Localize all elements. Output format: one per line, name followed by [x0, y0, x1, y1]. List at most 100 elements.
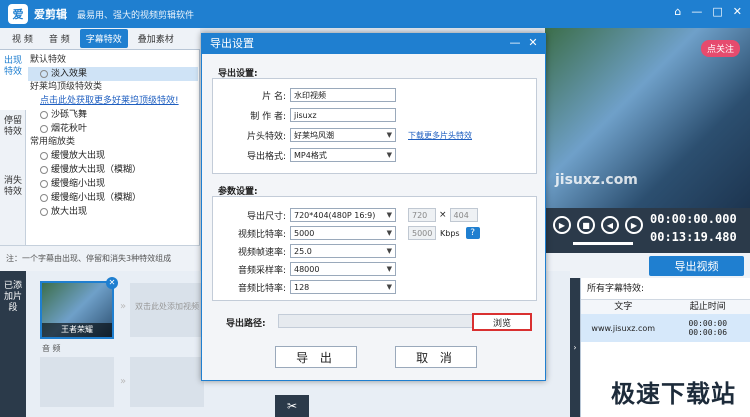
effect-item[interactable]: 烟花秋叶 — [28, 122, 198, 136]
height-input: 404 — [449, 208, 478, 222]
cancel-button[interactable]: 取 消 — [395, 346, 477, 368]
current-time: 00:00:00.000 — [650, 212, 737, 226]
audio-slot[interactable] — [130, 357, 204, 407]
size-select[interactable]: 720*404(480P 16:9) ▼ — [290, 208, 396, 222]
subtitle-start: 00:00:00 — [688, 319, 728, 328]
times-sign: × — [439, 210, 447, 220]
download-more-link[interactable]: 下载更多片头特效 — [408, 130, 472, 141]
effects-panel: 出现特效 停留特效 消失特效 默认特效 淡入效果 好莱坞顶级特效类 点击此处获取… — [0, 50, 200, 245]
format-select[interactable]: MP4格式 ▼ — [290, 148, 396, 162]
export-button[interactable]: 导 出 — [275, 346, 357, 368]
dialog-close-icon[interactable]: ✕ — [525, 36, 541, 50]
effect-item[interactable]: 沙砾飞舞 — [28, 108, 198, 122]
name-label: 片 名: — [262, 91, 286, 102]
size-label: 导出尺寸: — [246, 211, 286, 222]
abr-label: 音频比特率: — [237, 283, 286, 294]
volume-slider[interactable] — [573, 242, 633, 245]
tab-overlay[interactable]: 叠加素材 — [132, 29, 180, 48]
stop-icon[interactable]: ■ — [577, 216, 595, 234]
radio-icon — [40, 194, 48, 202]
radio-icon — [40, 111, 48, 119]
radio-icon — [40, 125, 48, 133]
chevron-down-icon: ▼ — [386, 247, 392, 255]
radio-icon — [40, 180, 48, 188]
effect-item[interactable]: 缓慢缩小出现（模糊） — [28, 191, 198, 205]
promo-link[interactable]: 点击此处获取更多好莱坞顶级特效! — [28, 94, 198, 108]
app-name: 爱剪辑 — [34, 8, 67, 21]
vbr-label: 视频比特率: — [237, 229, 286, 240]
collapse-arrow-icon[interactable]: › — [570, 278, 580, 417]
export-settings-dialog: 导出设置 — ✕ 导出设置: 片 名: 水印视频 制 作 者: jisuxz 片… — [201, 33, 546, 381]
chevron-down-icon: ▼ — [386, 229, 392, 237]
vtab-stay[interactable]: 停留特效 — [0, 110, 26, 170]
dialog-title: 导出设置 — [202, 34, 545, 54]
width-input: 720 — [408, 208, 436, 222]
samplerate-select[interactable]: 48000 ▼ — [290, 262, 396, 276]
video-clip[interactable]: 王者荣耀 ✕ — [40, 277, 118, 339]
effect-item[interactable]: 放大出现 — [28, 205, 198, 219]
tab-audio[interactable]: 音 频 — [43, 29, 76, 48]
effect-type-tabs: 出现特效 停留特效 消失特效 — [0, 50, 26, 245]
effect-item[interactable]: 淡入效果 — [28, 67, 198, 81]
close-icon[interactable]: ✕ — [733, 5, 742, 18]
remove-clip-icon[interactable]: ✕ — [106, 277, 118, 289]
title-bar: 爱 爱剪辑 最易用、强大的视频剪辑软件 ⌂ — □ ✕ — [0, 0, 750, 28]
samplerate-label: 音频采样率: — [237, 265, 286, 276]
author-input[interactable]: jisuxz — [290, 108, 396, 122]
help-icon[interactable]: ? — [465, 227, 480, 239]
author-label: 制 作 者: — [250, 111, 286, 122]
play-icon[interactable]: ▶ — [553, 216, 571, 234]
radio-icon — [40, 70, 48, 78]
brand-watermark: 极速下载站 — [611, 380, 736, 408]
browse-button[interactable]: 浏览 — [472, 313, 532, 331]
home-icon[interactable]: ⌂ — [674, 5, 681, 18]
tab-video[interactable]: 视 频 — [6, 29, 39, 48]
col-text: 文字 — [614, 302, 633, 312]
scissors-icon[interactable]: ✂ — [275, 395, 309, 417]
effect-item[interactable]: 缓慢放大出现（模糊） — [28, 163, 198, 177]
chevron-down-icon: ▼ — [386, 151, 392, 159]
name-input[interactable]: 水印视频 — [290, 88, 396, 102]
added-clips-label: 已添加片段 — [0, 271, 26, 417]
effect-group[interactable]: 常用缩放类 — [28, 136, 198, 149]
prev-frame-icon[interactable]: ◀ — [601, 216, 619, 234]
col-time: 起止时间 — [689, 302, 726, 312]
audio-slot[interactable] — [40, 357, 114, 407]
player-controls: ▶ ■ ◀ ▶ 00:00:00.000 00:13:19.480 — [545, 208, 750, 253]
vbr-custom-input: 5000 — [408, 226, 436, 240]
export-video-button[interactable]: 导出视频 — [649, 256, 744, 276]
video-preview[interactable]: 点关注 jisuxz.com — [545, 28, 750, 208]
tab-subtitle-effects[interactable]: 字幕特效 — [79, 29, 128, 48]
chevron-down-icon: ▼ — [386, 211, 392, 219]
opening-effect-select[interactable]: 好莱坞风潮 ▼ — [290, 128, 396, 142]
next-frame-icon[interactable]: ▶ — [625, 216, 643, 234]
clip-label: 王者荣耀 — [42, 323, 112, 337]
add-video-slot[interactable]: 双击此处添加视频 — [130, 283, 204, 337]
vtab-disappear[interactable]: 消失特效 — [0, 170, 26, 230]
maximize-icon[interactable]: □ — [712, 5, 722, 18]
radio-icon — [40, 166, 48, 174]
follow-button: 点关注 — [700, 40, 740, 57]
subtitle-list-header: 文字 起止时间 — [581, 300, 750, 314]
vbr-select[interactable]: 5000 ▼ — [290, 226, 396, 240]
arrow-icon: » — [120, 376, 127, 387]
minimize-icon[interactable]: — — [691, 5, 702, 18]
subtitle-list-title: 所有字幕特效: — [581, 278, 750, 300]
main-tabs: 视 频 音 频 字幕特效 叠加素材 — [0, 28, 200, 50]
effect-group[interactable]: 默认特效 — [28, 54, 198, 67]
abr-select[interactable]: 128 ▼ — [290, 280, 396, 294]
app-logo-icon: 爱 — [8, 4, 28, 24]
opening-label: 片头特效: — [246, 131, 286, 142]
right-toolbar: 导出视频 — [545, 253, 750, 278]
vtab-appear[interactable]: 出现特效 — [0, 50, 26, 110]
format-label: 导出格式: — [246, 151, 286, 162]
effect-item[interactable]: 缓慢缩小出现 — [28, 177, 198, 191]
effect-group[interactable]: 好莱坞顶级特效类 — [28, 81, 198, 94]
subtitle-row[interactable]: www.jisuxz.com 00:00:00 00:00:06 — [581, 314, 750, 342]
kbps-unit: Kbps — [440, 228, 460, 238]
audio-track-label: 音 频 — [42, 344, 61, 353]
chevron-down-icon: ▼ — [386, 265, 392, 273]
dialog-minimize-icon[interactable]: — — [507, 36, 523, 50]
fps-select[interactable]: 25.0 ▼ — [290, 244, 396, 258]
effect-item[interactable]: 缓慢放大出现 — [28, 149, 198, 163]
